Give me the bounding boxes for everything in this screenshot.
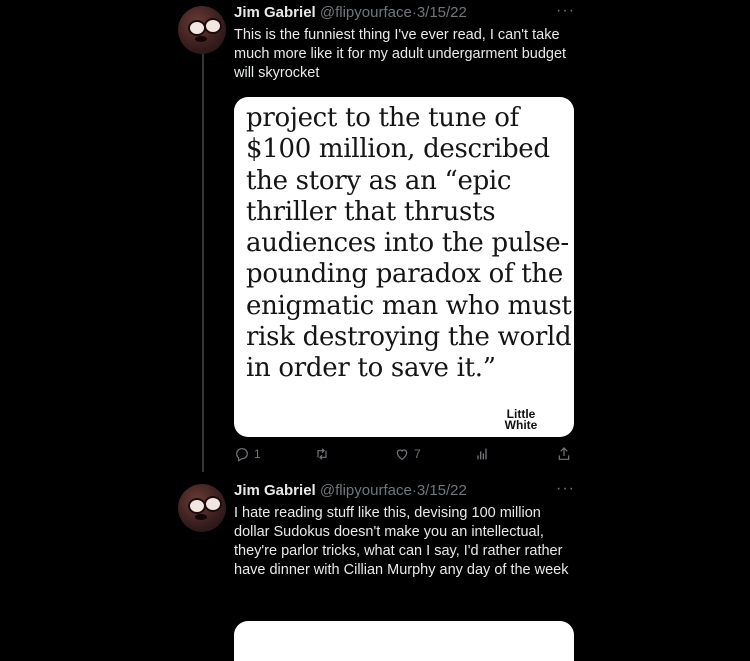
views-button[interactable] — [474, 446, 494, 462]
thread-line — [202, 52, 204, 472]
watermark-line: White — [504, 418, 538, 432]
tweet-text: This is the funniest thing I've ever rea… — [234, 27, 567, 81]
avatar-mouth — [195, 514, 207, 520]
avatar-eye — [204, 18, 222, 34]
avatar[interactable] — [178, 6, 226, 54]
tweet-actions: 1 7 — [234, 446, 574, 466]
tweet-date[interactable]: 3/15/22 — [417, 4, 467, 21]
media-image[interactable]: project to the tune of $100 million, des… — [234, 97, 574, 437]
like-icon — [396, 449, 408, 461]
media-quote-text: project to the tune of $100 million, des… — [246, 103, 572, 384]
share-button[interactable] — [556, 446, 572, 462]
avatar-mouth — [195, 36, 207, 42]
retweet-button[interactable] — [314, 446, 334, 462]
avatar-eye — [204, 496, 222, 512]
share-icon — [558, 447, 570, 460]
author-handle[interactable]: @flipyourface — [320, 4, 412, 21]
like-count: 7 — [414, 447, 421, 461]
views-icon — [477, 448, 487, 460]
tweet-header: Jim Gabriel @flipyourface·3/15/22 — [234, 4, 467, 21]
tweet-date[interactable]: 3/15/22 — [417, 482, 467, 499]
media-image[interactable] — [234, 621, 574, 661]
author-name[interactable]: Jim Gabriel — [234, 482, 316, 499]
author-name[interactable]: Jim Gabriel — [234, 4, 316, 21]
avatar[interactable] — [178, 484, 226, 532]
reply-icon — [236, 448, 248, 462]
tweet-text: I hate reading stuff like this, devising… — [234, 505, 569, 578]
reply-count: 1 — [254, 447, 261, 461]
like-button[interactable]: 7 — [394, 446, 421, 462]
tweet-header: Jim Gabriel @flipyourface·3/15/22 — [234, 482, 467, 499]
watermark-logo: Little White — [498, 408, 544, 432]
reply-button[interactable]: 1 — [234, 446, 261, 462]
more-options-button[interactable]: ··· — [556, 2, 575, 20]
author-handle[interactable]: @flipyourface — [320, 482, 412, 499]
retweet-icon — [317, 448, 327, 460]
more-options-button[interactable]: ··· — [556, 480, 575, 498]
